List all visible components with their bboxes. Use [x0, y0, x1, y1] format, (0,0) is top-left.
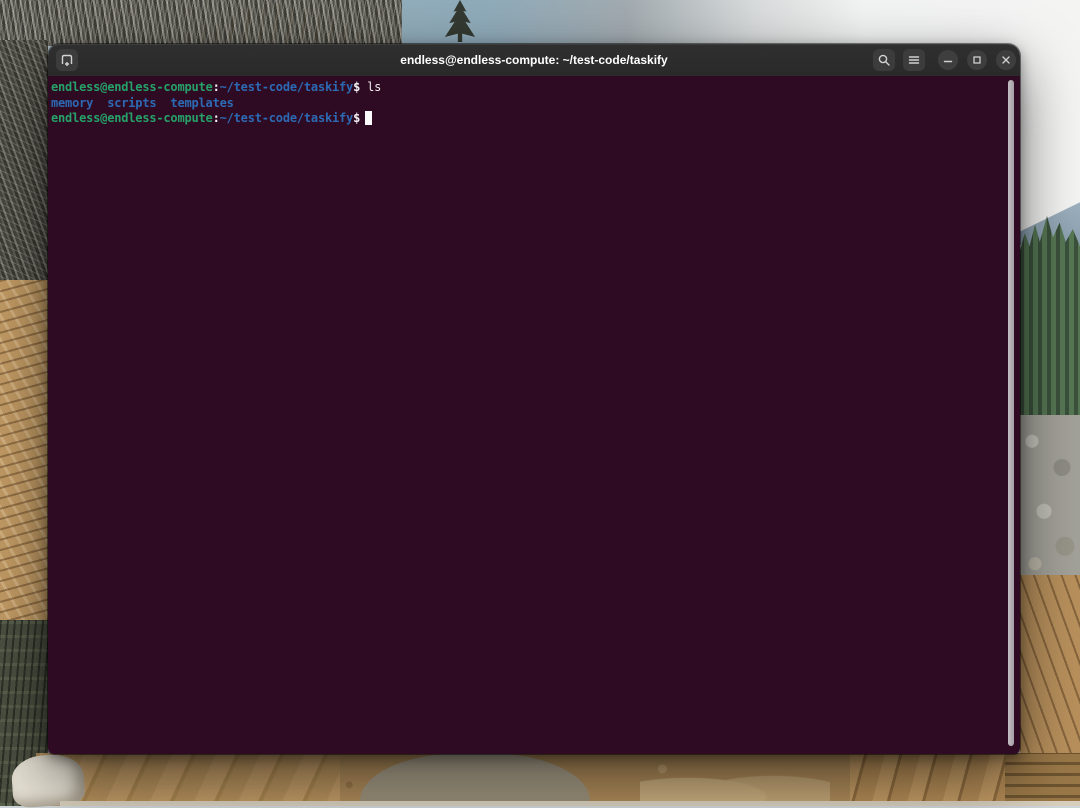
typed-command: ls	[360, 80, 381, 94]
terminal-line-prompt-2: endless@endless-compute:~/test-code/task…	[51, 111, 1020, 127]
prompt-path: ~/test-code/taskify	[220, 80, 353, 94]
minimize-icon	[942, 54, 954, 66]
titlebar[interactable]: endless@endless-compute: ~/test-code/tas…	[48, 44, 1020, 77]
ls-output: memory scripts templates	[51, 96, 234, 110]
terminal-scrollbar[interactable]	[1008, 80, 1014, 746]
search-button[interactable]	[873, 49, 895, 71]
wallpaper-rocky-slope	[1020, 415, 1080, 590]
wallpaper-bottom-edge	[60, 801, 1080, 806]
terminal-screen[interactable]: endless@endless-compute:~/test-code/task…	[48, 76, 1020, 754]
maximize-button[interactable]	[967, 50, 987, 70]
terminal-line-ls-output: memory scripts templates	[51, 96, 1020, 112]
menu-button[interactable]	[903, 49, 925, 71]
maximize-icon	[971, 54, 983, 66]
wallpaper-stones	[640, 762, 830, 806]
hamburger-menu-icon	[907, 53, 921, 67]
terminal-window: endless@endless-compute: ~/test-code/tas…	[48, 44, 1020, 754]
prompt-user: endless@endless-compute	[51, 80, 213, 94]
wallpaper-crate-dark	[1005, 753, 1080, 806]
terminal-cursor	[365, 111, 372, 125]
minimize-button[interactable]	[938, 50, 958, 70]
wallpaper-twigs-left	[0, 40, 48, 290]
prompt-path: ~/test-code/taskify	[220, 111, 353, 125]
close-button[interactable]	[996, 50, 1016, 70]
prompt-colon: :	[213, 80, 220, 94]
prompt-symbol: $	[353, 111, 360, 125]
close-icon	[1000, 54, 1012, 66]
wallpaper-shingles	[0, 280, 48, 630]
terminal-line-prompt-1: endless@endless-compute:~/test-code/task…	[51, 80, 1020, 96]
wallpaper-white-sack	[10, 753, 85, 808]
prompt-user: endless@endless-compute	[51, 111, 213, 125]
prompt-colon: :	[213, 111, 220, 125]
wallpaper-floor-planks	[40, 753, 340, 806]
search-icon	[877, 53, 891, 67]
